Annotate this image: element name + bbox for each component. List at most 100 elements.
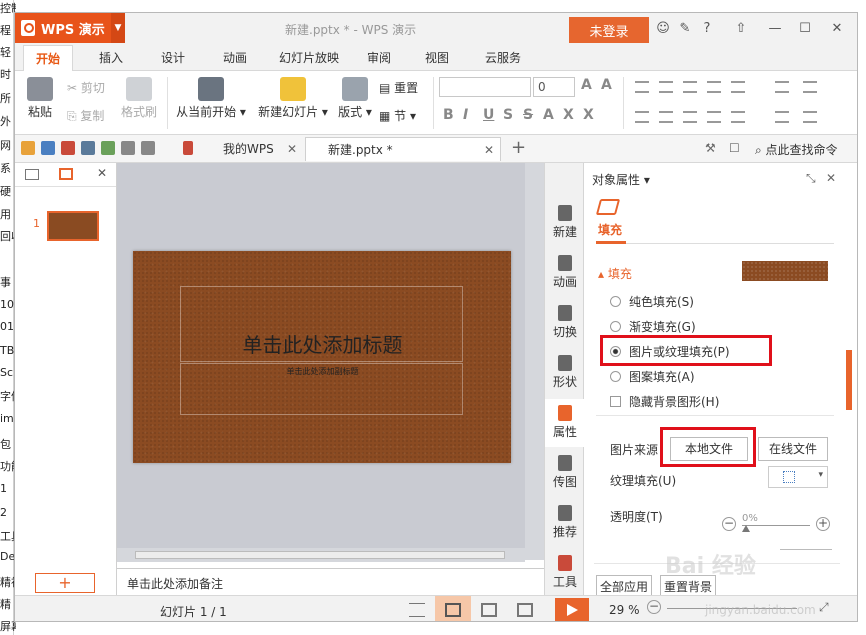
transparency-slider[interactable] xyxy=(742,525,810,526)
close-icon[interactable]: ✕ xyxy=(826,171,836,185)
bold-icon[interactable]: B xyxy=(443,107,454,123)
tab-slideshow[interactable]: 幻灯片放映 xyxy=(271,45,347,71)
distribute-icon[interactable] xyxy=(731,111,745,123)
save-icon[interactable] xyxy=(41,141,55,155)
cut-button[interactable]: ✂ 剪切 xyxy=(67,79,105,96)
copy-button[interactable]: ⎘ 复制 xyxy=(67,107,104,124)
paste-button[interactable]: 粘贴 xyxy=(23,77,57,120)
new-slide-button[interactable]: 新建幻灯片 ▾ xyxy=(255,77,331,120)
tab-design[interactable]: 设计 xyxy=(149,45,197,71)
arrange-icon[interactable] xyxy=(803,111,817,123)
outline-view-icon[interactable] xyxy=(25,169,39,180)
align-right-icon[interactable] xyxy=(683,111,697,123)
settings-icon[interactable]: ⚒ xyxy=(705,141,716,155)
chevron-down-icon[interactable]: ▼ xyxy=(111,13,125,43)
radio-solid-fill[interactable]: 纯色填充(S) xyxy=(610,293,694,310)
tab-home[interactable]: 开始 xyxy=(23,45,73,72)
doc-tab-file[interactable]: 新建.pptx * ✕ xyxy=(305,137,501,161)
close-icon[interactable]: ✕ xyxy=(97,166,107,180)
from-current-button[interactable]: 从当前开始 ▾ xyxy=(175,77,247,120)
tab-view[interactable]: 视图 xyxy=(415,45,459,71)
panel-header[interactable]: 对象属性 ▾ xyxy=(592,171,650,188)
export-pdf-icon[interactable] xyxy=(61,141,75,155)
side-properties-button[interactable]: 属性 xyxy=(545,399,585,447)
hide-background-checkbox[interactable]: 隐藏背景图形(H) xyxy=(610,393,719,410)
side-shape-button[interactable]: 形状 xyxy=(545,355,585,390)
reading-view-icon[interactable] xyxy=(517,603,533,617)
font-size-select[interactable]: 0 xyxy=(533,77,575,97)
tab-fill[interactable]: 填充 xyxy=(598,221,622,238)
side-transition-button[interactable]: 切换 xyxy=(545,305,585,340)
slide-sorter-icon[interactable] xyxy=(481,603,497,617)
checkbox[interactable] xyxy=(610,396,621,407)
font-grow-icon[interactable]: A xyxy=(581,77,592,93)
side-tools-button[interactable]: 工具 xyxy=(545,555,585,590)
layout-button[interactable]: 版式 ▾ xyxy=(335,77,375,120)
side-recommend-button[interactable]: 推荐 xyxy=(545,505,585,540)
slide-thumbnail[interactable] xyxy=(47,211,99,241)
close-icon[interactable]: ✕ xyxy=(829,21,845,37)
font-name-select[interactable] xyxy=(439,77,531,97)
print-icon[interactable] xyxy=(81,141,95,155)
fill-section-toggle[interactable]: ▴ 填充 xyxy=(598,265,632,282)
command-search[interactable]: ⌕ 点此查找命令 xyxy=(755,141,838,158)
tab-cloud[interactable]: 云服务 xyxy=(475,45,531,71)
align-center-icon[interactable] xyxy=(659,111,673,123)
zoom-out-icon[interactable]: − xyxy=(647,600,661,614)
new-tab-button[interactable]: + xyxy=(511,137,526,158)
tab-insert[interactable]: 插入 xyxy=(87,45,135,71)
side-new-button[interactable]: 新建 xyxy=(545,205,585,240)
subtitle-placeholder[interactable]: 单击此处添加副标题 xyxy=(180,363,463,415)
texture-fill-dropdown[interactable]: ▾ xyxy=(768,466,828,488)
open-icon[interactable] xyxy=(21,141,35,155)
superscript-icon[interactable]: X xyxy=(563,107,574,123)
slide-view-icon[interactable] xyxy=(59,168,73,180)
indent-icon[interactable] xyxy=(683,81,697,93)
maximize-icon[interactable]: ☐ xyxy=(797,21,813,37)
title-placeholder[interactable]: 单击此处添加标题 xyxy=(180,286,463,362)
font-color-icon[interactable]: A xyxy=(543,107,554,123)
minus-icon[interactable]: − xyxy=(722,517,736,531)
undo-icon[interactable] xyxy=(121,141,135,155)
justify-icon[interactable] xyxy=(707,111,721,123)
fit-window-icon[interactable]: ⤢ xyxy=(819,600,829,615)
strikethrough-icon[interactable]: S xyxy=(523,107,533,123)
radio-gradient-fill[interactable]: 渐变填充(G) xyxy=(610,318,696,335)
close-icon[interactable]: ✕ xyxy=(287,137,297,161)
close-icon[interactable]: ✕ xyxy=(484,138,494,162)
radio-pattern-fill[interactable]: 图案填充(A) xyxy=(610,368,695,385)
app-menu-button[interactable]: WPS 演示 ▼ xyxy=(15,13,125,43)
add-slide-button[interactable]: + xyxy=(35,573,95,593)
horizontal-scrollbar[interactable] xyxy=(117,548,525,562)
line-spacing-icon[interactable] xyxy=(731,81,745,93)
radio-button[interactable] xyxy=(610,296,621,307)
notes-area[interactable]: 单击此处添加备注 xyxy=(117,568,544,595)
underline-icon[interactable]: U xyxy=(483,107,494,123)
side-animation-button[interactable]: 动画 xyxy=(545,255,585,290)
shadow-icon[interactable]: S xyxy=(503,107,513,123)
pin-icon[interactable] xyxy=(183,141,193,155)
section-button[interactable]: ▦ 节 ▾ xyxy=(379,107,416,124)
upload-icon[interactable]: ⇧ xyxy=(733,21,749,37)
login-button[interactable]: 未登录 xyxy=(569,17,649,43)
redo-icon[interactable] xyxy=(141,141,155,155)
radio-button[interactable] xyxy=(610,371,621,382)
outdent-icon[interactable] xyxy=(707,81,721,93)
float-panel-icon[interactable]: ⤡ xyxy=(806,171,816,186)
font-shrink-icon[interactable]: A xyxy=(601,77,612,93)
notes-toggle-icon[interactable] xyxy=(409,603,425,617)
doc-tab-mywps[interactable]: 我的WPS ✕ xyxy=(201,137,303,161)
bullet-list-icon[interactable] xyxy=(635,81,649,93)
play-slideshow-button[interactable] xyxy=(555,598,589,621)
menu-icon[interactable]: ☐ xyxy=(729,141,740,155)
help-button[interactable]: ? xyxy=(699,21,715,37)
feedback-icon[interactable]: ✎ xyxy=(677,21,693,37)
align-left-icon[interactable] xyxy=(635,111,649,123)
slider-thumb[interactable] xyxy=(742,525,750,532)
side-upload-button[interactable]: 传图 xyxy=(545,455,585,490)
preview-icon[interactable] xyxy=(101,141,115,155)
columns-icon[interactable] xyxy=(803,81,817,93)
skin-icon[interactable]: ☺ xyxy=(655,21,671,37)
slide[interactable]: 单击此处添加标题 单击此处添加副标题 xyxy=(133,251,511,463)
scroll-thumb[interactable] xyxy=(135,551,505,559)
